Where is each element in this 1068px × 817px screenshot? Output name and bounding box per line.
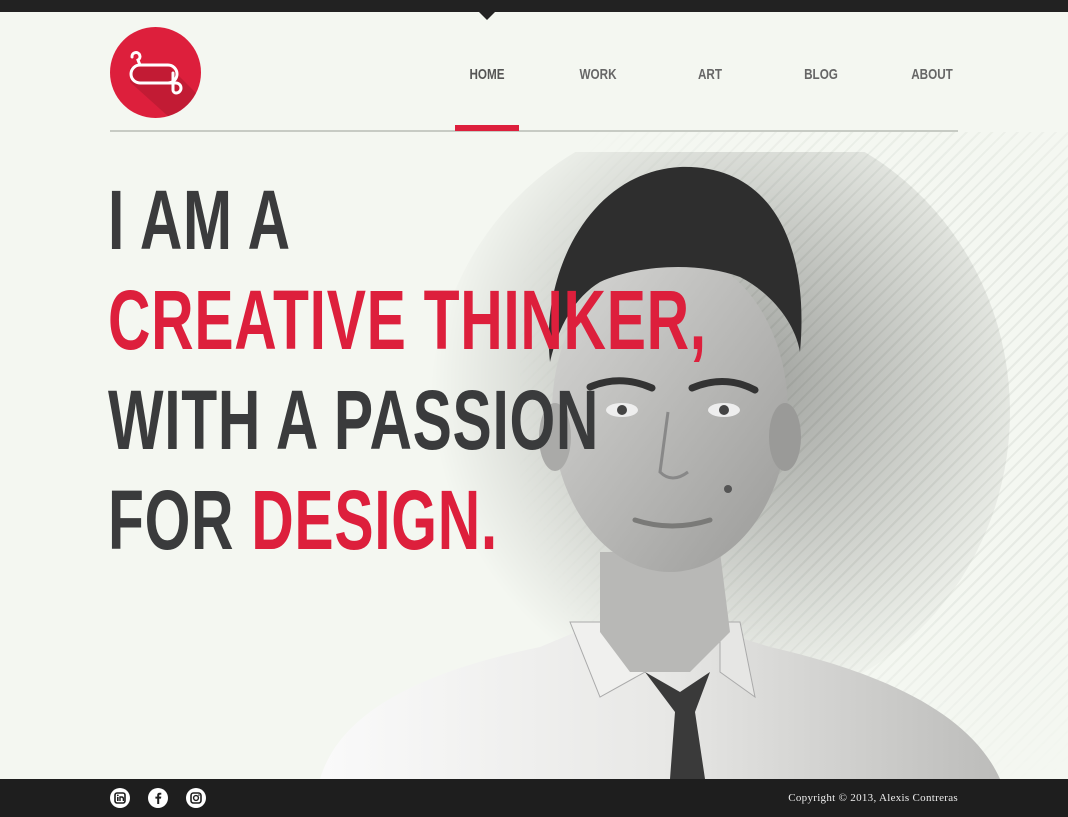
copyright-text: Copyright © 2013, Alexis Contreras	[788, 792, 958, 804]
headline-design: DESIGN.	[251, 473, 498, 567]
linkedin-icon[interactable]	[110, 788, 130, 808]
nav-item-blog[interactable]: BLOG	[790, 64, 852, 86]
headline-line-3: WITH A PASSION	[108, 373, 600, 467]
nav-item-art[interactable]: ART	[679, 64, 741, 86]
headline-line-2: CREATIVE THINKER,	[108, 273, 707, 367]
hero-headline: I AM A CREATIVE THINKER, WITH A PASSION …	[108, 170, 707, 570]
nav-item-home[interactable]: HOME	[456, 64, 518, 86]
headline-line-1: I AM A	[108, 173, 291, 267]
headline-line-4: FOR DESIGN.	[108, 470, 707, 570]
headline-for: FOR	[108, 473, 252, 567]
nav-item-about[interactable]: ABOUT	[901, 64, 963, 86]
nav-active-indicator	[455, 125, 519, 131]
nav-item-work[interactable]: WORK	[567, 64, 629, 86]
facebook-icon[interactable]	[148, 788, 168, 808]
main-nav: HOME WORK ART BLOG ABOUT	[0, 0, 1068, 135]
instagram-icon[interactable]	[186, 788, 206, 808]
